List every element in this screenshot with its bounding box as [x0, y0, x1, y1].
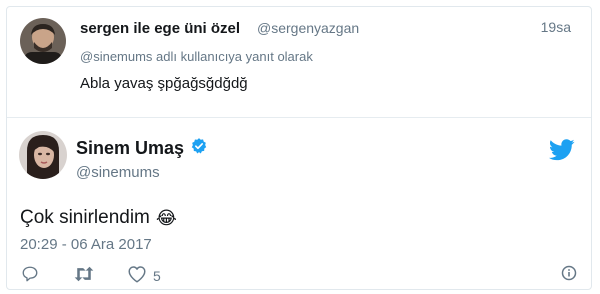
author-name-text: Sinem Umaş	[76, 138, 185, 158]
reply-icon	[21, 265, 39, 286]
reply-context: @sinemums adlı kullanıcıya yanıt olarak	[80, 49, 313, 64]
reply-button[interactable]	[21, 265, 39, 286]
info-icon	[561, 265, 577, 284]
tweet-text: Çok sinirlendim 😂	[20, 207, 177, 229]
twitter-bird-icon[interactable]	[548, 139, 575, 161]
reply-timestamp[interactable]: 19sa	[541, 19, 571, 35]
tweet-date[interactable]: 20:29 - 06 Ara 2017	[20, 236, 152, 253]
tears-of-joy-emoji: 😂	[155, 207, 177, 228]
like-icon	[127, 265, 147, 286]
tweet-card: sergen ile ege üni özel @sergenyazgan 19…	[6, 6, 592, 290]
verified-badge-icon	[190, 137, 208, 160]
author-avatar[interactable]	[19, 131, 67, 179]
reply-avatar[interactable]	[20, 18, 66, 64]
retweet-button[interactable]	[73, 265, 95, 286]
tweet-text-content: Çok sinirlendim	[20, 207, 150, 228]
retweet-icon	[73, 265, 95, 286]
info-button[interactable]	[561, 265, 577, 284]
reply-tweet[interactable]: sergen ile ege üni özel @sergenyazgan 19…	[7, 7, 591, 118]
reply-text: Abla yavaş şpğağsğdğdğ	[80, 75, 248, 92]
author-name[interactable]: Sinem Umaş	[76, 137, 208, 160]
like-button[interactable]: 5	[127, 265, 161, 286]
tweet-actions: 5	[21, 265, 581, 287]
reply-author-handle[interactable]: @sergenyazgan	[257, 20, 359, 36]
like-count: 5	[153, 267, 161, 284]
reply-author-name[interactable]: sergen ile ege üni özel	[80, 20, 240, 37]
author-handle[interactable]: @sinemums	[76, 164, 160, 181]
